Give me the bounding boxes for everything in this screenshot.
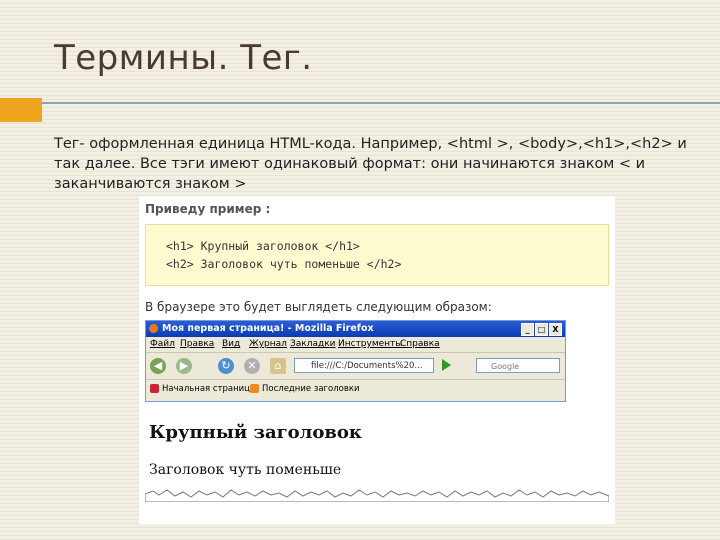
menu-bookmarks[interactable]: Закладки: [290, 339, 336, 349]
home-page-icon: [150, 384, 159, 393]
browser-window: Моя первая страница! - Mozilla Firefox _…: [145, 320, 566, 402]
back-arrow-icon[interactable]: ◀: [150, 358, 166, 374]
body-text: Тег- оформленная единица HTML-кода. Напр…: [54, 136, 687, 192]
menu-edit[interactable]: Правка: [180, 339, 214, 349]
search-input[interactable]: Google: [476, 358, 560, 373]
menu-history[interactable]: Журнал: [249, 339, 287, 349]
example-label: Приведу пример :: [145, 202, 271, 216]
code-line-h1: <h1> Крупный заголовок </h1>: [166, 239, 360, 253]
browser-titlebar: Моя первая страница! - Mozilla Firefox _…: [146, 321, 565, 337]
browser-caption: В браузере это будет выглядеть следующим…: [145, 300, 492, 314]
bookmark-latest-headlines[interactable]: Последние заголовки: [262, 384, 360, 394]
example-screenshot: Приведу пример : <h1> Крупный заголовок …: [139, 196, 615, 524]
close-button[interactable]: X: [549, 323, 562, 336]
title-rule: [0, 102, 720, 104]
menu-tools[interactable]: Инструменты: [338, 339, 402, 349]
menu-view[interactable]: Вид: [222, 339, 240, 349]
accent-block: [0, 98, 42, 122]
stop-icon[interactable]: ✕: [244, 358, 260, 374]
address-bar[interactable]: file:///C:/Documents%20...: [294, 358, 434, 373]
menubar: Файл Правка Вид Журнал Закладки Инструме…: [146, 337, 565, 353]
menu-file[interactable]: Файл: [150, 339, 175, 349]
code-box: <h1> Крупный заголовок </h1> <h2> Заголо…: [145, 224, 609, 286]
slide-title: Термины. Тег.: [54, 38, 313, 78]
reload-icon[interactable]: ↻: [218, 358, 234, 374]
window-title: Моя первая страница! - Mozilla Firefox: [162, 323, 374, 334]
maximize-button[interactable]: □: [535, 323, 548, 336]
menu-help[interactable]: Справка: [400, 339, 440, 349]
home-icon[interactable]: ⌂: [270, 358, 286, 374]
code-line-h2: <h2> Заголовок чуть поменьше </h2>: [166, 257, 402, 271]
torn-edge: [145, 489, 609, 502]
window-controls: _ □ X: [521, 323, 562, 336]
rendered-h2: Заголовок чуть поменьше: [149, 462, 342, 478]
minimize-button[interactable]: _: [521, 323, 534, 336]
go-icon[interactable]: [442, 359, 451, 371]
rss-icon: [250, 384, 259, 393]
bookmark-home[interactable]: Начальная страница: [162, 384, 255, 394]
navigation-toolbar: ◀ ▶ ↻ ✕ ⌂ file:///C:/Documents%20... Goo…: [146, 353, 565, 380]
forward-arrow-icon[interactable]: ▶: [176, 358, 192, 374]
rendered-h1: Крупный заголовок: [149, 422, 362, 443]
firefox-icon: [149, 324, 158, 333]
bookmarks-toolbar: Начальная страница Последние заголовки: [146, 380, 565, 398]
